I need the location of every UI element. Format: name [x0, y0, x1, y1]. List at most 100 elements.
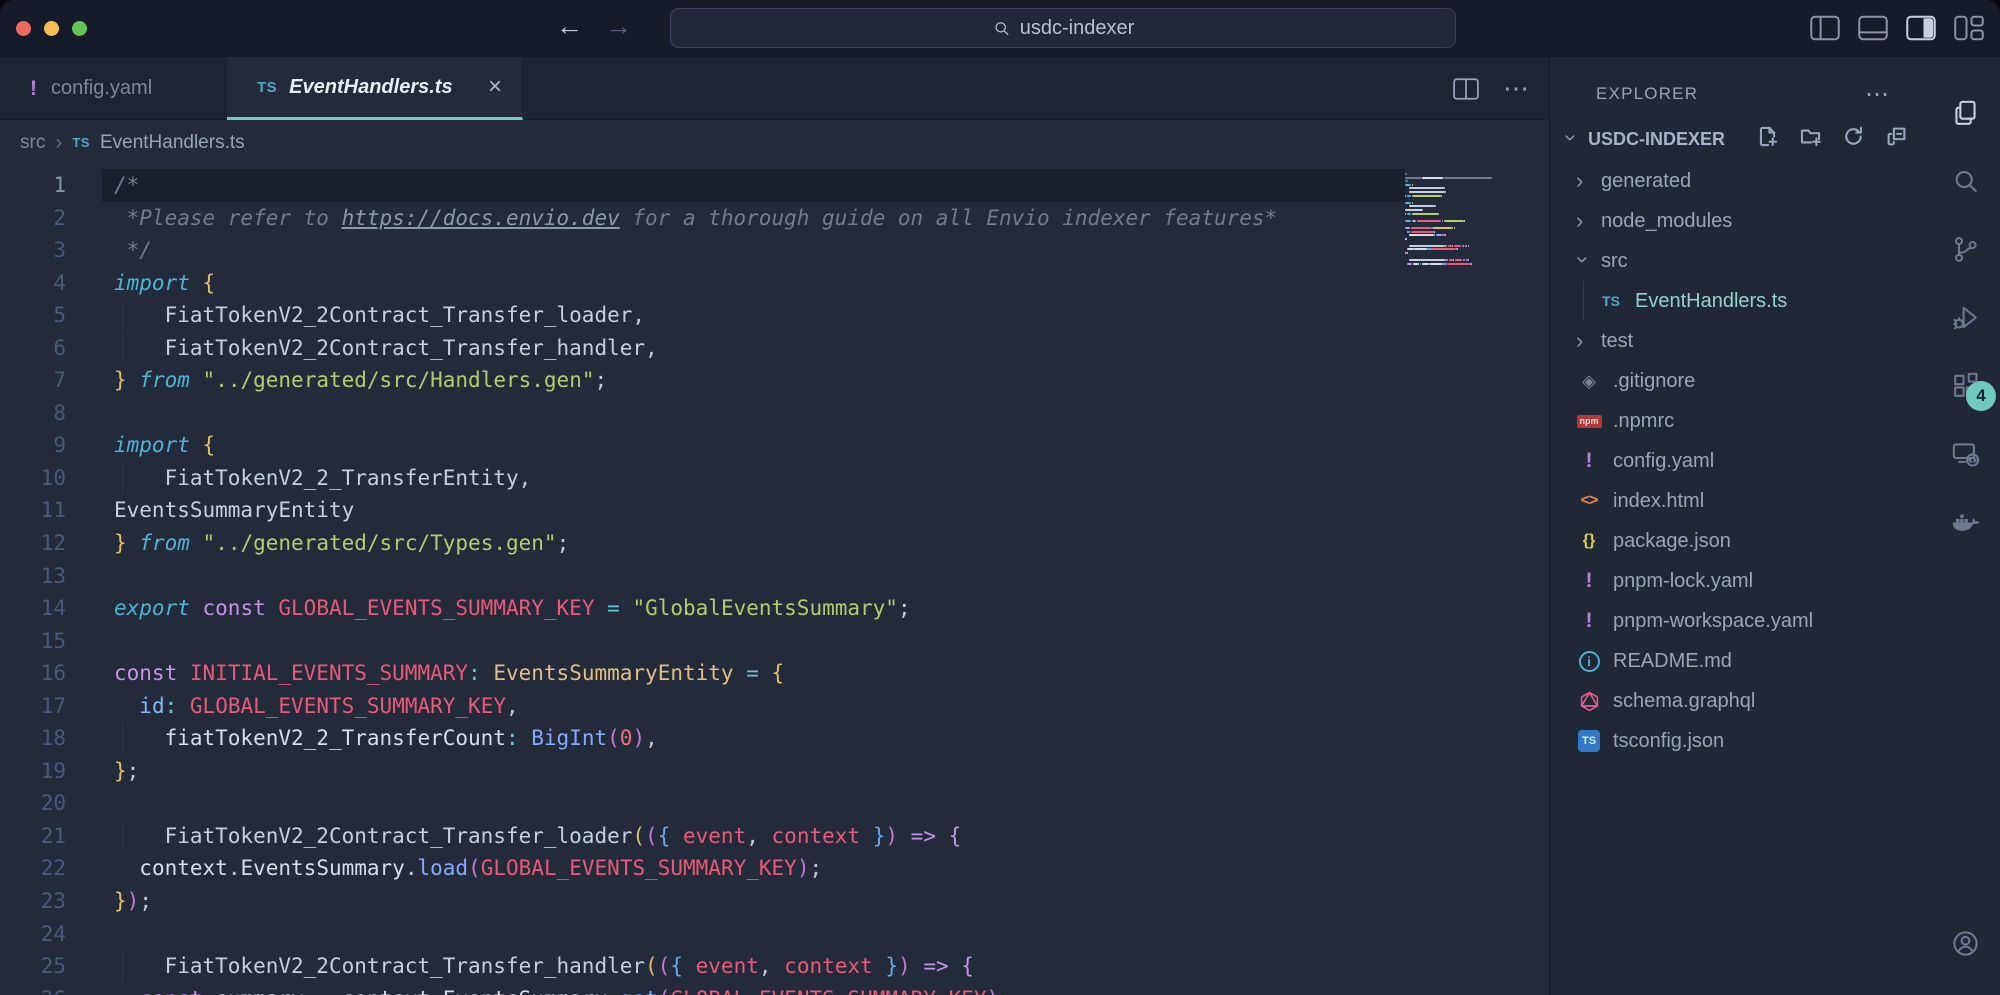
tab-bar: ! config.yaml TS EventHandlers.ts × ⋯: [0, 57, 1549, 120]
new-folder-icon[interactable]: [1800, 126, 1821, 152]
tab-config-yaml[interactable]: ! config.yaml: [0, 57, 227, 120]
maximize-window-button[interactable]: [72, 21, 87, 36]
activity-run-debug-button[interactable]: [1930, 283, 2000, 351]
tree-item-label: src: [1601, 250, 1628, 273]
activity-extensions-button[interactable]: 4: [1930, 351, 2000, 419]
close-tab-icon[interactable]: ×: [488, 73, 502, 101]
chevron-right-icon[interactable]: ›: [1576, 328, 1590, 354]
tree-file-package-json[interactable]: {}package.json: [1550, 521, 1929, 561]
tree-file--gitignore[interactable]: ◈.gitignore: [1550, 361, 1929, 401]
toggle-bottom-panel-icon: [1858, 15, 1888, 41]
code-editor[interactable]: 1/*2 *Please refer to https://docs.envio…: [0, 165, 1549, 995]
toggle-right-panel-icon: [1906, 15, 1936, 41]
line-number: 21: [0, 820, 66, 853]
refresh-icon[interactable]: [1843, 126, 1864, 152]
graphql-icon: [1576, 691, 1602, 712]
chevron-right-icon[interactable]: ›: [1576, 168, 1590, 194]
tree-file-pnpm-lock-yaml[interactable]: !pnpm-lock.yaml: [1550, 561, 1929, 601]
breadcrumb-file[interactable]: EventHandlers.ts: [100, 132, 245, 154]
navigate-forward-icon[interactable]: →: [605, 11, 632, 42]
tree-file-eventhandlers-ts[interactable]: TSEventHandlers.ts: [1550, 281, 1929, 321]
search-icon: [1950, 166, 1981, 197]
customize-layout-icon: [1954, 15, 1984, 41]
tree-folder-test[interactable]: › test: [1550, 321, 1929, 361]
code-line[interactable]: 11EventsSummaryEntity: [0, 494, 1549, 527]
split-editor-icon[interactable]: [1453, 78, 1479, 100]
line-number: 6: [0, 332, 66, 365]
activity-accounts-button[interactable]: [1930, 909, 2000, 977]
title-bar: ← → usdc-indexer: [0, 0, 2000, 57]
code-line[interactable]: 6 FiatTokenV2_2Contract_Transfer_handler…: [0, 332, 1549, 365]
activity-remote-explorer-button[interactable]: [1930, 419, 2000, 487]
minimap[interactable]: [1405, 173, 1523, 266]
line-number: 13: [0, 560, 66, 593]
code-line[interactable]: 2 *Please refer to https://docs.envio.de…: [0, 202, 1549, 235]
code-line[interactable]: 17 id: GLOBAL_EVENTS_SUMMARY_KEY,: [0, 690, 1549, 723]
tree-file-index-html[interactable]: <>index.html: [1550, 481, 1929, 521]
code-line[interactable]: 20: [0, 787, 1549, 820]
tree-item-label: index.html: [1613, 490, 1704, 513]
code-line[interactable]: 16const INITIAL_EVENTS_SUMMARY: EventsSu…: [0, 657, 1549, 690]
code-line[interactable]: 13: [0, 560, 1549, 593]
breadcrumb-separator: ›: [55, 131, 62, 155]
editor-more-actions-icon[interactable]: ⋯: [1503, 73, 1531, 104]
tree-file--npmrc[interactable]: npm.npmrc: [1550, 401, 1929, 441]
tree-file-readme-md[interactable]: iREADME.md: [1550, 641, 1929, 681]
tree-folder-src[interactable]: › src: [1550, 241, 1929, 281]
activity-source-control-button[interactable]: [1930, 215, 2000, 283]
code-line[interactable]: 10 FiatTokenV2_2_TransferEntity,: [0, 462, 1549, 495]
code-line[interactable]: 14export const GLOBAL_EVENTS_SUMMARY_KEY…: [0, 592, 1549, 625]
explorer-more-actions-icon[interactable]: ⋯: [1865, 80, 1891, 109]
activity-docker-button[interactable]: [1930, 487, 2000, 555]
activity-explorer-button[interactable]: [1930, 79, 2000, 147]
tree-item-label: test: [1601, 330, 1633, 353]
code-line[interactable]: 23});: [0, 885, 1549, 918]
chevron-down-icon[interactable]: ›: [1570, 256, 1596, 270]
line-number: 3: [0, 234, 66, 267]
breadcrumb-folder[interactable]: src: [20, 132, 45, 154]
command-center-search[interactable]: usdc-indexer: [670, 8, 1456, 48]
tree-file-config-yaml[interactable]: !config.yaml: [1550, 441, 1929, 481]
code-line[interactable]: 3 */: [0, 234, 1549, 267]
new-file-icon[interactable]: [1757, 126, 1778, 152]
tree-folder-node-modules[interactable]: ›node_modules: [1550, 201, 1929, 241]
code-line[interactable]: 8: [0, 397, 1549, 430]
customize-layout-icon[interactable]: [1954, 15, 1984, 41]
code-line[interactable]: 12} from "../generated/src/Types.gen";: [0, 527, 1549, 560]
code-line[interactable]: 15: [0, 625, 1549, 658]
tab-eventhandlers-ts[interactable]: TS EventHandlers.ts ×: [227, 57, 523, 120]
minimize-window-button[interactable]: [44, 21, 59, 36]
code-line[interactable]: 18 fiatTokenV2_2_TransferCount: BigInt(0…: [0, 722, 1549, 755]
toggle-bottom-panel-icon[interactable]: [1858, 15, 1888, 41]
toggle-left-panel-icon[interactable]: [1810, 15, 1840, 41]
chevron-right-icon[interactable]: ›: [1576, 208, 1590, 234]
code-line[interactable]: 9import {: [0, 429, 1549, 462]
code-line[interactable]: 22 context.EventsSummary.load(GLOBAL_EVE…: [0, 852, 1549, 885]
collapse-all-icon[interactable]: [1886, 126, 1907, 152]
workspace-root-row[interactable]: › USDC-INDEXER: [1550, 117, 1929, 161]
typescript-icon: TS: [257, 79, 277, 96]
line-number: 24: [0, 918, 66, 951]
activity-search-button[interactable]: [1930, 147, 2000, 215]
close-window-button[interactable]: [16, 21, 31, 36]
code-line[interactable]: 21 FiatTokenV2_2Contract_Transfer_loader…: [0, 820, 1549, 853]
tree-folder-generated[interactable]: ›generated: [1550, 161, 1929, 201]
line-number: 10: [0, 462, 66, 495]
code-line[interactable]: 4import {: [0, 267, 1549, 300]
code-line[interactable]: 1/*: [0, 169, 1549, 202]
toggle-right-panel-icon[interactable]: [1906, 15, 1936, 41]
code-line[interactable]: 24: [0, 918, 1549, 951]
code-line[interactable]: 7} from "../generated/src/Handlers.gen";: [0, 364, 1549, 397]
tsconfig-icon: TS: [1576, 730, 1602, 752]
code-text: });: [114, 889, 152, 913]
tree-file-schema-graphql[interactable]: schema.graphql: [1550, 681, 1929, 721]
navigate-back-icon[interactable]: ←: [556, 11, 583, 42]
code-line[interactable]: 26 const summary = context.EventsSummary…: [0, 983, 1549, 995]
code-line[interactable]: 25 FiatTokenV2_2Contract_Transfer_handle…: [0, 950, 1549, 983]
code-line[interactable]: 19};: [0, 755, 1549, 788]
code-line[interactable]: 5 FiatTokenV2_2Contract_Transfer_loader,: [0, 299, 1549, 332]
tree-file-pnpm-workspace-yaml[interactable]: !pnpm-workspace.yaml: [1550, 601, 1929, 641]
tree-file-tsconfig-json[interactable]: TStsconfig.json: [1550, 721, 1929, 761]
explorer-actions: [1757, 126, 1907, 152]
new-folder-icon: [1800, 126, 1821, 147]
